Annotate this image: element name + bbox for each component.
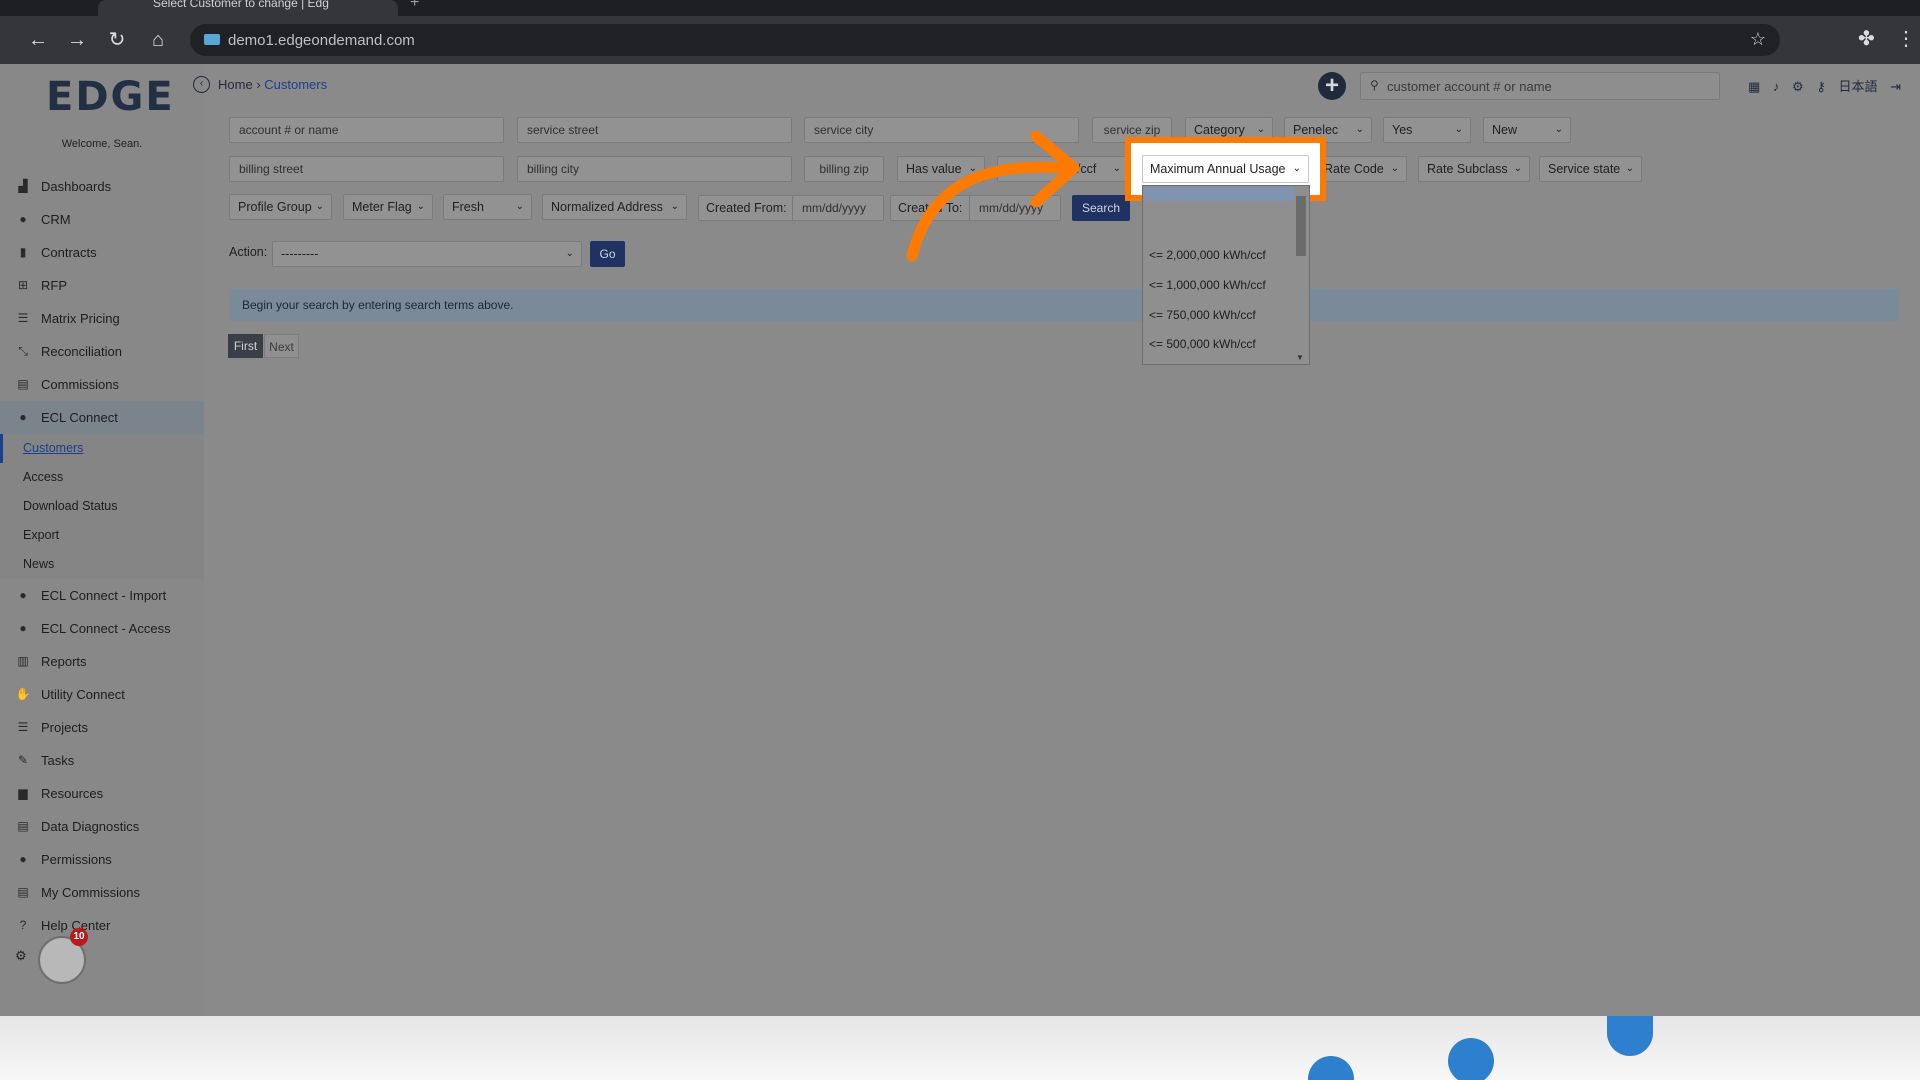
site-favicon-icon <box>204 34 220 45</box>
browser-menu-icon[interactable]: ⋮ <box>1896 26 1916 51</box>
annotation-arrow-icon <box>906 130 1080 262</box>
app-window: EDGE Welcome, Sean. ▟ Dashboards ● CRM ▮ Co… <box>0 64 1920 1016</box>
browser-toolbar: ← → ↻ ⌂ demo1.edgeondemand.com ☆ ✤ ⋮ <box>0 16 1920 64</box>
page-footer-area <box>0 1016 1920 1080</box>
browser-tabstrip: Select Customer to change | Edg + <box>0 0 1920 16</box>
forward-arrow-icon[interactable]: → <box>63 26 91 54</box>
decorative-dot <box>1308 1056 1354 1080</box>
home-icon[interactable]: ⌂ <box>144 26 172 54</box>
decorative-dot <box>1607 1016 1653 1056</box>
new-tab-icon[interactable]: + <box>410 0 419 12</box>
address-bar[interactable]: demo1.edgeondemand.com ☆ <box>190 24 1780 56</box>
back-arrow-icon[interactable]: ← <box>24 26 52 54</box>
extensions-puzzle-icon[interactable]: ✤ <box>1858 26 1875 51</box>
bookmark-star-icon[interactable]: ☆ <box>1750 29 1766 50</box>
reload-icon[interactable]: ↻ <box>103 26 131 54</box>
url-text: demo1.edgeondemand.com <box>228 32 415 49</box>
browser-tab[interactable]: Select Customer to change | Edg <box>98 0 398 16</box>
decorative-dot <box>1448 1038 1494 1080</box>
